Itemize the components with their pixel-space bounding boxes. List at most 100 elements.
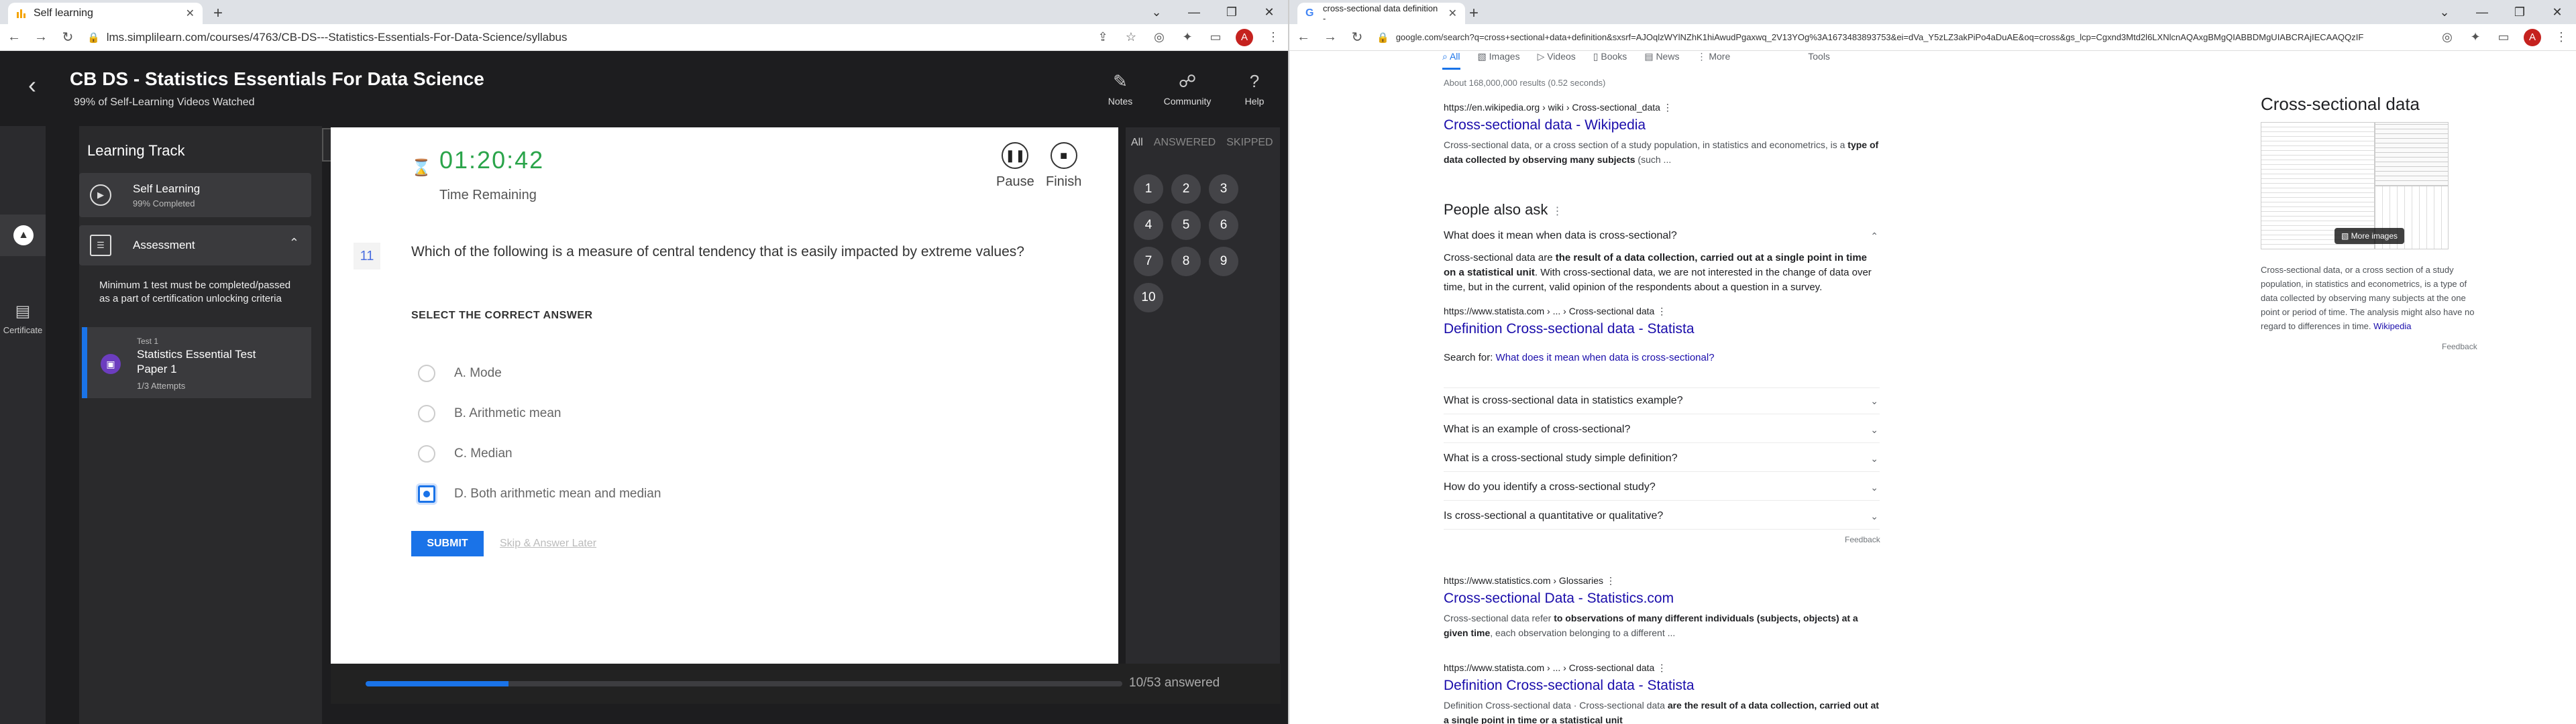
close-window-icon[interactable]: ✕ [2538,0,2576,24]
notes-button[interactable]: ✎ Notes [1093,71,1147,107]
paa-question[interactable]: How do you identify a cross-sectional st… [1444,474,1880,501]
search-for-link[interactable]: What does it mean when data is cross-sec… [1496,352,1715,363]
side-panel-icon[interactable]: ▭ [1208,30,1224,44]
radio-button-selected[interactable] [418,485,435,503]
tab-close-icon[interactable]: ✕ [1448,7,1457,20]
tab-news[interactable]: ▤ News [1644,51,1679,71]
more-options-icon[interactable]: ⋮ [1663,102,1672,113]
paa-question-open[interactable]: What does it mean when data is cross-sec… [1444,223,1880,249]
puzzle-extensions-icon[interactable]: ✦ [2467,30,2483,44]
more-options-icon[interactable]: ⋮ [1657,306,1666,316]
side-panel-icon[interactable]: ▭ [2496,30,2512,44]
question-nav-button[interactable]: 3 [1209,174,1238,204]
more-options-icon[interactable]: ⋮ [1552,206,1562,217]
menu-kebab-icon[interactable]: ⋮ [1265,30,1281,44]
minimize-icon[interactable]: — [1175,0,1213,24]
feedback-link[interactable]: Feedback [1845,535,1880,544]
maximize-icon[interactable]: ❐ [1213,0,1250,24]
community-button[interactable]: ☍ Community [1161,71,1214,107]
result-title-link[interactable]: Definition Cross-sectional data - Statis… [1444,678,1880,694]
radio-button[interactable] [418,445,435,463]
more-options-icon[interactable]: ⋮ [1657,662,1666,673]
option-b[interactable]: B. Arithmetic mean [418,405,561,422]
question-nav-button[interactable]: 6 [1209,210,1238,240]
tab-close-icon[interactable]: ✕ [186,7,195,20]
address-bar[interactable]: 🔒 lms.simplilearn.com/courses/4763/CB-DS… [87,31,1083,44]
tab-skipped[interactable]: SKIPPED [1226,137,1273,149]
option-c[interactable]: C. Median [418,445,513,463]
forward-icon[interactable]: → [1323,29,1338,45]
result-title-link[interactable]: Definition Cross-sectional data - Statis… [1444,321,1880,337]
chevron-down-icon: ⌄ [1870,424,1878,435]
rail-certificate-item[interactable]: ▤ Certificate [0,302,46,335]
option-d[interactable]: D. Both arithmetic mean and median [418,485,661,503]
paa-question[interactable]: What is cross-sectional data in statisti… [1444,387,1880,414]
extension-icon[interactable]: ◎ [2439,30,2455,44]
question-nav-button[interactable]: 5 [1171,210,1201,240]
paa-question[interactable]: What is an example of cross-sectional? ⌄ [1444,416,1880,443]
tab-all[interactable]: ⌕ All [1442,51,1460,70]
result-title-link[interactable]: Cross-sectional Data - Statistics.com [1444,591,1880,607]
new-tab-icon[interactable]: + [1469,4,1479,23]
address-bar[interactable]: 🔒 google.com/search?q=cross+sectional+da… [1377,32,2427,44]
self-learning-card[interactable]: ▶ Self Learning 99% Completed [79,173,311,217]
minimize-icon[interactable]: — [2463,0,2501,24]
tab-search-icon[interactable]: ⌄ [2426,0,2463,24]
paa-question[interactable]: What is a cross-sectional study simple d… [1444,445,1880,472]
reload-icon[interactable]: ↻ [60,29,75,46]
question-nav-button[interactable]: 2 [1171,174,1201,204]
profile-avatar[interactable]: A [2524,28,2541,46]
tab-search-icon[interactable]: ⌄ [1138,0,1175,24]
finish-button[interactable]: ■ Finish [1046,142,1081,190]
submit-button[interactable]: SUBMIT [411,531,484,556]
question-nav-button[interactable]: 1 [1134,174,1163,204]
assessment-card[interactable]: ☰ Assessment ⌃ [79,225,311,265]
tools-button[interactable]: Tools [1808,51,1830,71]
bookmark-star-icon[interactable]: ☆ [1123,30,1139,44]
rail-learning-item[interactable]: ▲ [0,215,46,256]
option-a[interactable]: A. Mode [418,365,502,382]
share-icon[interactable]: ⇪ [1095,30,1111,44]
help-button[interactable]: ? Help [1228,71,1281,107]
radio-button[interactable] [418,405,435,422]
skip-link[interactable]: Skip & Answer Later [500,538,596,550]
tab-more[interactable]: ⋮ More [1697,51,1730,71]
right-browser-window: G cross-sectional data definition - ✕ + … [1288,0,2576,724]
close-window-icon[interactable]: ✕ [1250,0,1288,24]
question-nav-button[interactable]: 9 [1209,247,1238,276]
table-thumbnail-image[interactable] [2375,122,2449,186]
back-icon[interactable]: ← [7,29,21,45]
more-images-button[interactable]: ▧ More images [2334,228,2405,244]
radio-button[interactable] [418,365,435,382]
pause-button[interactable]: ❚❚ Pause [996,142,1034,190]
extension-icon[interactable]: ◎ [1151,30,1167,44]
question-nav-button[interactable]: 7 [1134,247,1163,276]
tab-images[interactable]: ▧ Images [1478,51,1520,71]
question-nav-button[interactable]: 8 [1171,247,1201,276]
puzzle-extensions-icon[interactable]: ✦ [1179,30,1195,44]
tab-answered[interactable]: ANSWERED [1154,137,1216,149]
more-options-icon[interactable]: ⋮ [1606,575,1615,586]
wikipedia-link[interactable]: Wikipedia [2373,321,2411,331]
paa-question[interactable]: Is cross-sectional a quantitative or qua… [1444,503,1880,530]
browser-tab[interactable]: G cross-sectional data definition - ✕ [1297,3,1465,24]
feedback-link[interactable]: Feedback [2442,342,2477,351]
back-chevron-icon[interactable]: ‹ [28,71,36,99]
chevron-up-icon[interactable]: ⌃ [289,236,299,250]
profile-avatar[interactable]: A [1236,28,1253,46]
hourglass-icon: ⌛ [411,159,431,177]
back-icon[interactable]: ← [1296,29,1311,45]
menu-kebab-icon[interactable]: ⋮ [2553,30,2569,44]
forward-icon[interactable]: → [34,29,48,45]
maximize-icon[interactable]: ❐ [2501,0,2538,24]
test-card[interactable]: ▣ Test 1 Statistics Essential Test Paper… [82,327,311,398]
question-nav-button[interactable]: 10 [1134,283,1163,312]
tab-all[interactable]: All [1131,137,1143,149]
browser-tab[interactable]: Self learning ✕ [8,3,203,24]
question-nav-button[interactable]: 4 [1134,210,1163,240]
result-title-link[interactable]: Cross-sectional data - Wikipedia [1444,117,1880,133]
new-tab-icon[interactable]: + [213,4,223,23]
tab-books[interactable]: ▯ Books [1593,51,1627,71]
reload-icon[interactable]: ↻ [1350,29,1364,46]
tab-videos[interactable]: ▷ Videos [1538,51,1576,71]
